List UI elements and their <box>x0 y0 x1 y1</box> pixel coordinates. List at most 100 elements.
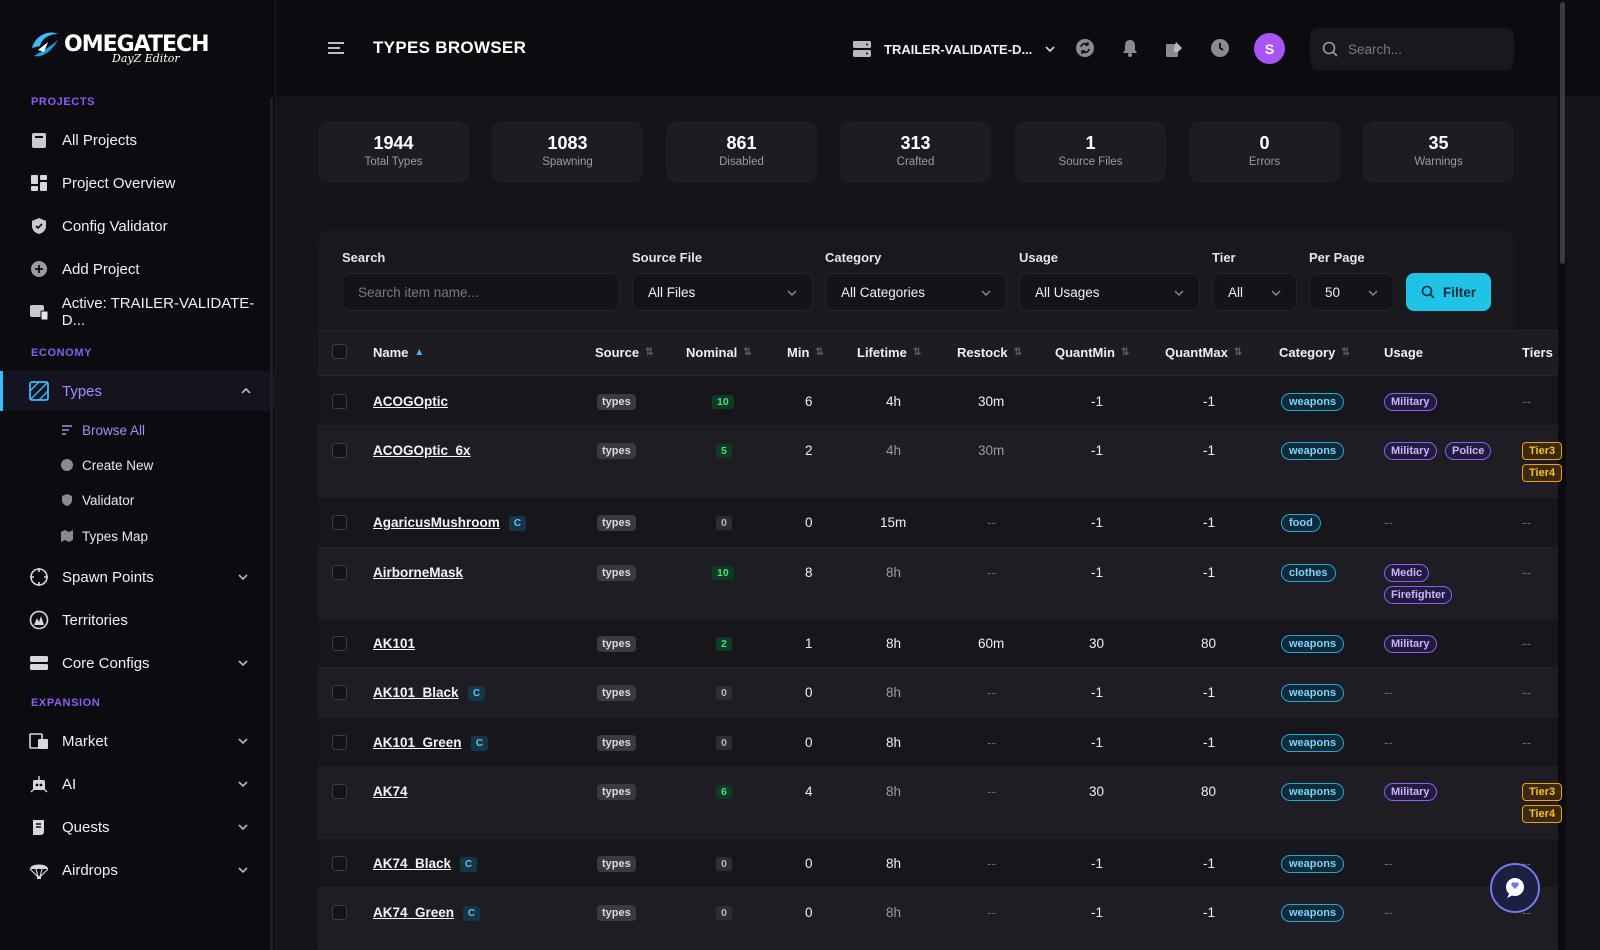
item-name-link[interactable]: AgaricusMushroom <box>373 515 500 530</box>
sidebar: OMEGATECH DayZ Editor PROJECTS All Proje… <box>0 0 276 950</box>
source-badge: types <box>597 636 636 652</box>
sidebar-item-types[interactable]: Types <box>0 371 275 411</box>
nominal-badge: 10 <box>712 395 734 409</box>
project-selector[interactable]: TRAILER-VALIDATE-D... <box>852 36 1056 62</box>
row-checkbox[interactable] <box>332 443 347 458</box>
table-row[interactable] <box>318 718 1558 767</box>
nominal-badge: 0 <box>716 686 732 700</box>
table-row[interactable] <box>318 426 1558 498</box>
table-row[interactable] <box>318 498 1558 548</box>
server-icon <box>853 41 871 57</box>
item-name-link[interactable]: AK74_Black <box>373 856 451 871</box>
item-name-link[interactable]: ACOGOptic_6x <box>373 443 471 458</box>
item-name-link[interactable]: AK74_Green <box>373 905 454 920</box>
sidebar-subitem-types-map[interactable]: Types Map <box>60 522 148 550</box>
source-file-select[interactable]: All Files <box>632 273 813 311</box>
table-row[interactable] <box>318 767 1558 839</box>
sidebar-item-active-project[interactable]: Active: TRAILER-VALIDATE-D... <box>0 292 275 332</box>
row-checkbox[interactable] <box>332 905 347 920</box>
nominal-badge: 10 <box>712 566 734 580</box>
source-badge: types <box>597 515 636 531</box>
sidebar-item-all-projects[interactable]: All Projects <box>0 120 275 160</box>
per-page-select[interactable]: 50 <box>1309 273 1394 311</box>
source-badge: types <box>597 735 636 751</box>
row-checkbox[interactable] <box>332 636 347 651</box>
item-name-link[interactable]: AK74 <box>373 784 408 799</box>
user-avatar[interactable]: S <box>1254 33 1285 64</box>
stat-label: Disabled <box>719 156 764 168</box>
sidebar-subitem-label: Browse All <box>82 422 146 438</box>
row-checkbox[interactable] <box>332 685 347 700</box>
row-checkbox[interactable] <box>332 515 347 530</box>
sidebar-item-spawn-points[interactable]: Spawn Points <box>0 557 275 597</box>
sidebar-item-label: Config Validator <box>62 217 168 235</box>
sidebar-subitem-create-new[interactable]: Create New <box>60 451 153 479</box>
tier-select[interactable]: All <box>1212 273 1297 311</box>
column-header-name[interactable]: Name ▲ <box>373 345 424 360</box>
usage-select[interactable]: All Usages <box>1019 273 1200 311</box>
table-row[interactable] <box>318 888 1558 950</box>
sidebar-item-core-configs[interactable]: Core Configs <box>0 643 275 683</box>
global-search[interactable] <box>1310 28 1514 70</box>
row-checkbox[interactable] <box>332 565 347 580</box>
tier-badge: Tier4 <box>1522 805 1563 823</box>
sidebar-item-label: Spawn Points <box>62 568 154 586</box>
clock-icon[interactable] <box>1209 37 1231 59</box>
source-badge: types <box>597 784 636 800</box>
chevron-down-icon <box>981 290 991 296</box>
column-header-quantmax[interactable]: QuantMax ⇅ <box>1165 345 1242 360</box>
chevron-down-icon <box>238 867 248 874</box>
tiers-empty: -- <box>1522 735 1531 750</box>
bell-icon[interactable] <box>1119 37 1141 59</box>
column-header-nominal[interactable]: Nominal ⇅ <box>686 345 752 360</box>
column-header-quantmin[interactable]: QuantMin ⇅ <box>1055 345 1129 360</box>
category-select[interactable]: All Categories <box>825 273 1007 311</box>
category-badge: weapons <box>1281 904 1345 922</box>
filter-button[interactable]: Filter <box>1406 273 1491 311</box>
table-row[interactable] <box>318 619 1558 668</box>
sidebar-item-territories[interactable]: Territories <box>0 600 275 640</box>
chat-button[interactable] <box>1490 863 1540 913</box>
search-input[interactable] <box>358 284 608 300</box>
sidebar-item-ai[interactable]: AI <box>0 764 275 804</box>
sidebar-item-quests[interactable]: Quests <box>0 807 275 847</box>
column-header-lifetime[interactable]: Lifetime ⇅ <box>857 345 921 360</box>
sidebar-subitem-browse-all[interactable]: Browse All <box>60 416 145 444</box>
sidebar-scrollbar[interactable] <box>270 98 273 950</box>
table-row[interactable] <box>318 839 1558 888</box>
item-name-link[interactable]: AK101_Black <box>373 685 459 700</box>
scrollbar-thumb[interactable] <box>1560 2 1565 264</box>
user-edit-icon[interactable] <box>1164 37 1186 59</box>
table-row[interactable] <box>318 377 1558 426</box>
sidebar-item-project-overview[interactable]: Project Overview <box>0 163 275 203</box>
table-row[interactable] <box>318 668 1558 718</box>
sidebar-item-config-validator[interactable]: Config Validator <box>0 206 275 246</box>
item-name-link[interactable]: AirborneMask <box>373 565 463 580</box>
sidebar-subitem-validator[interactable]: Validator <box>60 486 134 514</box>
hamburger-menu-icon[interactable] <box>326 38 346 58</box>
column-header-category[interactable]: Category ⇅ <box>1279 345 1350 360</box>
item-name-link[interactable]: ACOGOptic <box>373 394 448 409</box>
row-checkbox[interactable] <box>332 735 347 750</box>
search-field[interactable] <box>342 273 620 311</box>
column-header-source[interactable]: Source ⇅ <box>595 345 653 360</box>
select-all-checkbox[interactable] <box>332 344 347 359</box>
sidebar-item-airdrops[interactable]: Airdrops <box>0 850 275 890</box>
restock-value: 30m <box>978 443 1005 458</box>
global-search-input[interactable] <box>1348 41 1498 57</box>
table-row[interactable] <box>318 548 1558 619</box>
column-header-restock[interactable]: Restock ⇅ <box>957 345 1022 360</box>
sidebar-item-market[interactable]: Market <box>0 721 275 761</box>
row-checkbox[interactable] <box>332 784 347 799</box>
nominal-badge: 0 <box>716 736 732 750</box>
row-checkbox[interactable] <box>332 856 347 871</box>
column-label: Lifetime <box>857 345 907 360</box>
row-checkbox[interactable] <box>332 394 347 409</box>
sidebar-item-add-project[interactable]: Add Project <box>0 249 275 289</box>
column-header-min[interactable]: Min ⇅ <box>787 345 824 360</box>
sync-icon[interactable] <box>1074 37 1096 59</box>
chat-bubble-icon <box>1506 878 1524 898</box>
item-name-link[interactable]: AK101_Green <box>373 735 462 750</box>
category-badge: weapons <box>1281 684 1345 702</box>
item-name-link[interactable]: AK101 <box>373 636 415 651</box>
